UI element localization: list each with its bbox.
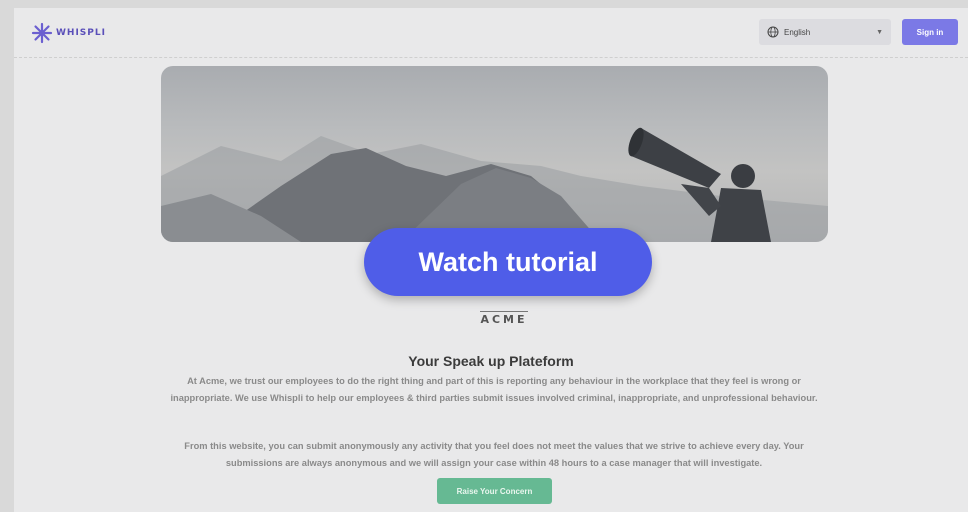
intro-paragraph: At Acme, we trust our employees to do th… [170, 376, 818, 403]
top-header: WHISPLI English ▼ Sign in [14, 8, 968, 58]
globe-icon [767, 26, 779, 38]
language-selected: English [784, 27, 811, 37]
company-logo: ACME [469, 293, 539, 333]
megaphone-icon [628, 127, 721, 188]
watch-tutorial-button[interactable]: Watch tutorial [364, 228, 652, 296]
sign-in-button[interactable]: Sign in [902, 19, 958, 45]
raise-concern-button[interactable]: Raise Your Concern [437, 478, 552, 504]
whispli-logo[interactable]: WHISPLI [31, 22, 106, 44]
brand-name: WHISPLI [56, 28, 106, 38]
company-logo-text: ACME [480, 311, 528, 326]
language-select[interactable]: English ▼ [759, 19, 891, 45]
whispli-logo-icon [31, 22, 53, 44]
hero-image [161, 127, 828, 242]
chevron-down-icon: ▼ [876, 28, 883, 36]
info-paragraph: From this website, you can submit anonym… [184, 441, 804, 468]
hero-banner [161, 66, 828, 242]
page-title: Your Speak up Plateform [408, 353, 574, 369]
